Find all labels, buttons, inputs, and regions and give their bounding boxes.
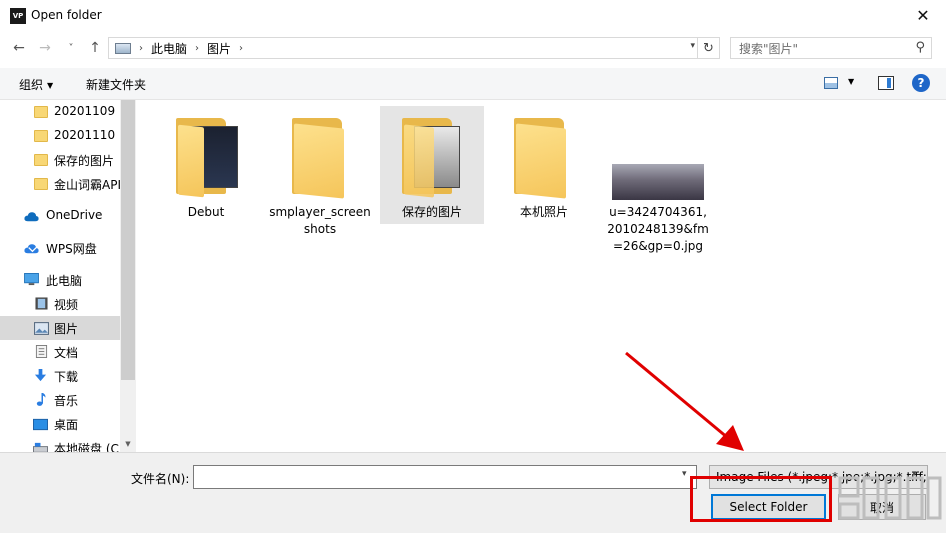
refresh-button[interactable]: ↻ [697,38,719,58]
video-icon [35,297,48,310]
preview-pane-icon[interactable] [878,76,894,90]
dialog-footer: 文件名(N): ▾ Image Files (*.jpeg;*.jpe;*.jp… [0,452,946,533]
breadcrumb-pictures[interactable]: 图片 [207,40,231,57]
file-list-view: Debut smplayer_screenshots 保存的图片 本机照片 u=… [136,100,946,452]
file-item-local-photos[interactable]: 本机照片 [492,108,596,234]
sidebar-item-label: WPS网盘 [46,242,97,256]
watermark-logo-icon [838,476,942,520]
breadcrumb-separator-icon: › [195,42,200,54]
folder-icon [176,118,238,198]
file-label: smplayer_screenshots [269,205,371,236]
sidebar-item-20201109[interactable]: 20201109 [0,100,120,124]
chevron-down-icon: ▼ [47,81,54,90]
sidebar-item-label: 金山词霸API [54,178,120,192]
address-bar[interactable]: › 此电脑 › 图片 › ▾ ↻ [108,37,720,59]
file-label: u=3424704361,2010248139&fm=26&gp=0.jpg [607,205,709,253]
sidebar-item-documents[interactable]: 文档 [0,340,120,364]
view-mode-chevron-icon[interactable]: ▼ [848,77,854,86]
computer-icon [24,273,39,286]
folder-icon [514,118,568,199]
sidebar-item-pictures[interactable]: 图片 [0,316,120,340]
folder-icon [34,154,48,166]
view-mode-icon[interactable] [824,77,838,89]
scroll-down-arrow-icon[interactable]: ▼ [120,440,136,452]
sidebar-item-onedrive[interactable]: OneDrive [0,204,120,228]
sidebar-item-this-pc[interactable]: 此电脑 [0,268,120,292]
image-thumbnail [612,164,704,200]
close-button[interactable]: ✕ [900,0,946,31]
window-title: Open folder [31,8,102,22]
scrollbar-thumb[interactable] [121,100,135,380]
organize-label: 组织 [19,78,44,92]
file-label: 本机照片 [519,205,568,219]
command-toolbar: 组织 ▼ 新建文件夹 ▼ ? [0,68,946,100]
title-bar: VP Open folder ✕ [0,0,946,32]
desktop-icon [33,418,48,431]
back-arrow-icon[interactable]: ← [10,38,28,58]
file-label: 保存的图片 [401,205,462,219]
sidebar-item-music[interactable]: 音乐 [0,388,120,412]
navigation-row: ← → ˅ ↑ › 此电脑 › 图片 › ▾ ↻ 搜索"图片" ⚲ [0,34,946,62]
app-logo-icon: VP [10,8,26,24]
sidebar-item-jinshan-api[interactable]: 金山词霸API [0,172,120,196]
up-arrow-icon[interactable]: ↑ [86,38,104,58]
folder-icon [34,106,48,118]
folder-icon [402,118,460,198]
breadcrumb-this-pc[interactable]: 此电脑 [151,40,187,57]
sidebar-item-desktop[interactable]: 桌面 [0,412,120,436]
search-input[interactable]: 搜索"图片" ⚲ [730,37,932,59]
sidebar-item-videos[interactable]: 视频 [0,292,120,316]
disk-icon [33,442,48,452]
pictures-icon [34,322,49,335]
sidebar-item-saved-pictures[interactable]: 保存的图片 [0,148,120,172]
address-dropdown-chevron-icon[interactable]: ▾ [690,41,695,51]
sidebar-item-local-disk-c[interactable]: 本地磁盘 (C [0,436,120,452]
search-icon: ⚲ [915,40,925,55]
filename-input[interactable] [193,465,697,489]
breadcrumb-separator-icon: › [139,42,143,54]
recent-locations-chevron-icon[interactable]: ˅ [62,38,80,58]
pictures-location-icon [115,42,131,54]
filename-label: 文件名(N): [131,472,190,486]
file-item-saved-pictures[interactable]: 保存的图片 [380,106,484,224]
breadcrumb-separator-icon: › [239,42,244,54]
select-folder-button[interactable]: Select Folder [711,494,826,520]
folder-icon [34,178,48,190]
sidebar-item-label: 此电脑 [46,274,83,288]
sidebar-item-label: 20201110 [54,128,116,142]
wps-cloud-icon [24,244,39,254]
file-label: Debut [187,205,225,219]
sidebar-item-label: 图片 [54,322,79,336]
sidebar-item-20201110[interactable]: 20201110 [0,124,120,148]
cloud-icon [24,212,39,222]
sidebar-item-downloads[interactable]: 下载 [0,364,120,388]
forward-arrow-icon[interactable]: → [36,38,54,58]
folder-icon [292,118,346,199]
sidebar-item-label: 保存的图片 [54,154,115,168]
music-icon [36,393,46,406]
sidebar-scrollbar[interactable]: ▼ [120,100,136,452]
sidebar-item-label: 桌面 [54,418,79,432]
sidebar-item-label: 音乐 [54,394,79,408]
sidebar-item-label: 本地磁盘 (C [54,442,119,452]
navigation-pane: 20201109 20201110 保存的图片 金山词霸API OneDrive… [0,100,136,452]
organize-menu-button[interactable]: 组织 ▼ [19,76,53,93]
sidebar-item-label: 视频 [54,298,79,312]
file-item-jpg-image[interactable]: u=3424704361,2010248139&fm=26&gp=0.jpg [606,108,710,278]
sidebar-item-label: OneDrive [46,208,103,222]
file-item-debut[interactable]: Debut [154,108,258,234]
sidebar-item-wps-cloud[interactable]: WPS网盘 [0,236,120,260]
download-icon [34,369,47,382]
sidebar-item-label: 文档 [54,346,79,360]
sidebar-item-label: 下载 [54,370,79,384]
filename-dropdown-chevron-icon[interactable]: ▾ [682,469,687,479]
help-icon[interactable]: ? [912,74,930,92]
folder-icon [34,130,48,142]
sidebar-item-label: 20201109 [54,104,116,118]
new-folder-button[interactable]: 新建文件夹 [86,76,146,93]
file-item-smplayer-screenshots[interactable]: smplayer_screenshots [268,108,372,236]
documents-icon [35,345,48,358]
search-placeholder: 搜索"图片" [739,41,799,56]
